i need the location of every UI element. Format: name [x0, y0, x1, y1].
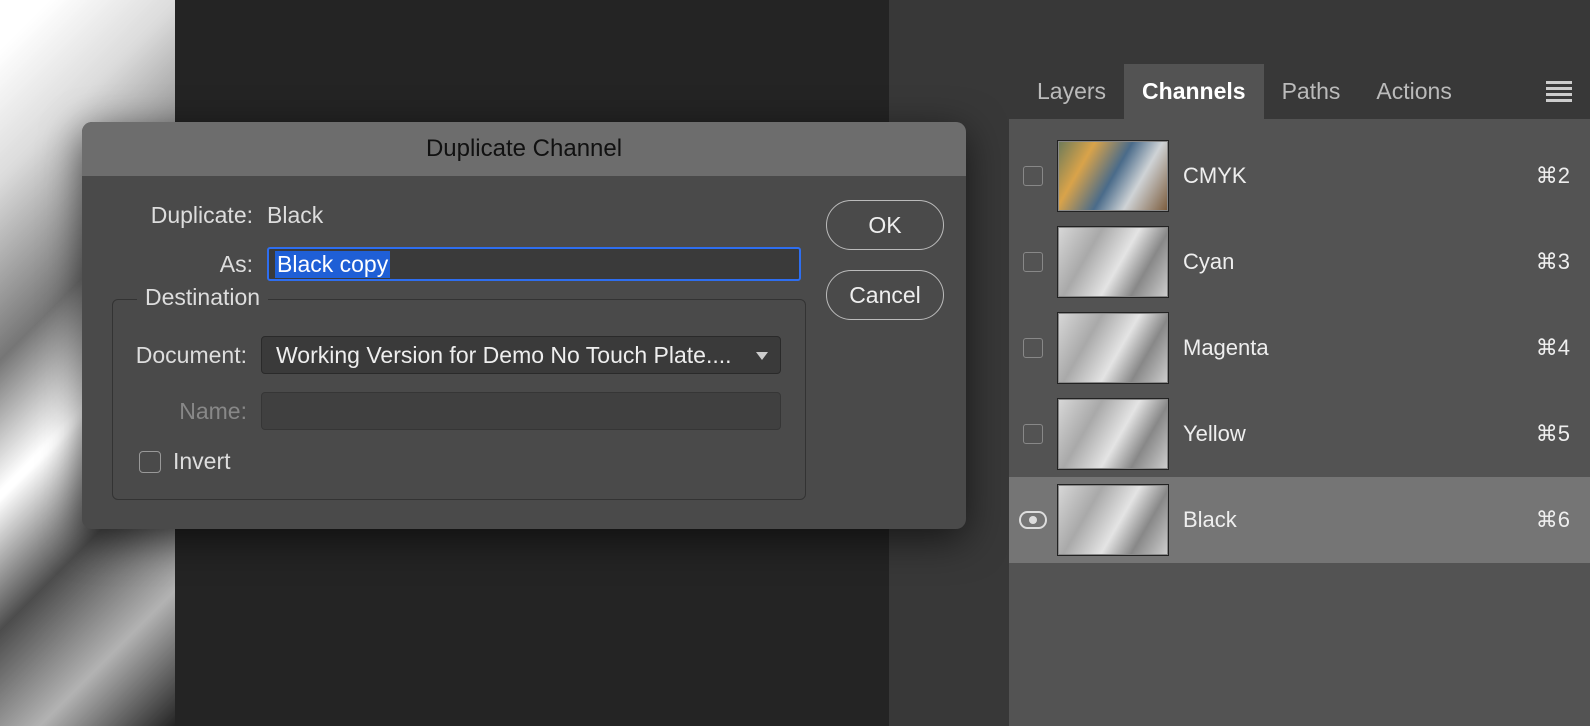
visibility-empty-icon — [1023, 424, 1043, 444]
channel-name: Magenta — [1183, 335, 1269, 361]
visibility-empty-icon — [1023, 338, 1043, 358]
tab-channels[interactable]: Channels — [1124, 64, 1264, 119]
eye-icon — [1019, 511, 1047, 529]
invert-label: Invert — [173, 448, 231, 475]
visibility-toggle[interactable] — [1009, 166, 1057, 186]
visibility-toggle[interactable] — [1009, 424, 1057, 444]
channel-thumbnail — [1057, 226, 1169, 298]
channel-row[interactable]: Yellow ⌘5 — [1009, 391, 1590, 477]
tab-layers[interactable]: Layers — [1019, 64, 1124, 119]
document-dropdown[interactable]: Working Version for Demo No Touch Plate.… — [261, 336, 781, 374]
channel-row[interactable]: Black ⌘6 — [1009, 477, 1590, 563]
destination-group: Destination Document: Working Version fo… — [112, 299, 806, 500]
as-name-value: Black copy — [275, 251, 390, 278]
document-label: Document: — [131, 342, 261, 369]
name-input-disabled — [261, 392, 781, 430]
channel-name: Cyan — [1183, 249, 1234, 275]
visibility-empty-icon — [1023, 252, 1043, 272]
channel-list: CMYK ⌘2 Cyan ⌘3 Magenta ⌘4 Yellow ⌘5 Black ⌘6 — [1009, 119, 1590, 563]
channels-panel: Layers Channels Paths Actions CMYK ⌘2 Cyan… — [1009, 0, 1590, 726]
dialog-title: Duplicate Channel — [82, 122, 966, 176]
destination-legend: Destination — [137, 284, 268, 311]
channel-name: CMYK — [1183, 163, 1247, 189]
invert-checkbox[interactable] — [139, 451, 161, 473]
duplicate-channel-dialog: Duplicate Channel Duplicate: Black As: B… — [82, 122, 966, 529]
visibility-toggle[interactable] — [1009, 511, 1057, 529]
channel-shortcut: ⌘2 — [1536, 163, 1578, 189]
channel-shortcut: ⌘3 — [1536, 249, 1578, 275]
visibility-toggle[interactable] — [1009, 338, 1057, 358]
channel-shortcut: ⌘4 — [1536, 335, 1578, 361]
channel-name: Yellow — [1183, 421, 1246, 447]
as-label: As: — [102, 251, 267, 278]
channel-thumbnail — [1057, 484, 1169, 556]
duplicate-source-value: Black — [267, 202, 323, 229]
panel-top-spacer — [1009, 0, 1590, 64]
channel-thumbnail — [1057, 398, 1169, 470]
channel-shortcut: ⌘5 — [1536, 421, 1578, 447]
tab-actions[interactable]: Actions — [1358, 64, 1469, 119]
channel-thumbnail — [1057, 140, 1169, 212]
panel-tabs: Layers Channels Paths Actions — [1009, 64, 1590, 119]
channel-row[interactable]: Magenta ⌘4 — [1009, 305, 1590, 391]
document-dropdown-value: Working Version for Demo No Touch Plate.… — [276, 342, 732, 369]
visibility-empty-icon — [1023, 166, 1043, 186]
ok-button[interactable]: OK — [826, 200, 944, 250]
name-label: Name: — [131, 398, 261, 425]
channel-name: Black — [1183, 507, 1237, 533]
visibility-toggle[interactable] — [1009, 252, 1057, 272]
cancel-button[interactable]: Cancel — [826, 270, 944, 320]
channel-row[interactable]: Cyan ⌘3 — [1009, 219, 1590, 305]
channel-row[interactable]: CMYK ⌘2 — [1009, 133, 1590, 219]
duplicate-label: Duplicate: — [102, 202, 267, 229]
panel-menu-icon[interactable] — [1546, 81, 1572, 103]
as-name-input[interactable]: Black copy — [267, 247, 801, 281]
channel-thumbnail — [1057, 312, 1169, 384]
channel-shortcut: ⌘6 — [1536, 507, 1578, 533]
tab-paths[interactable]: Paths — [1264, 64, 1359, 119]
